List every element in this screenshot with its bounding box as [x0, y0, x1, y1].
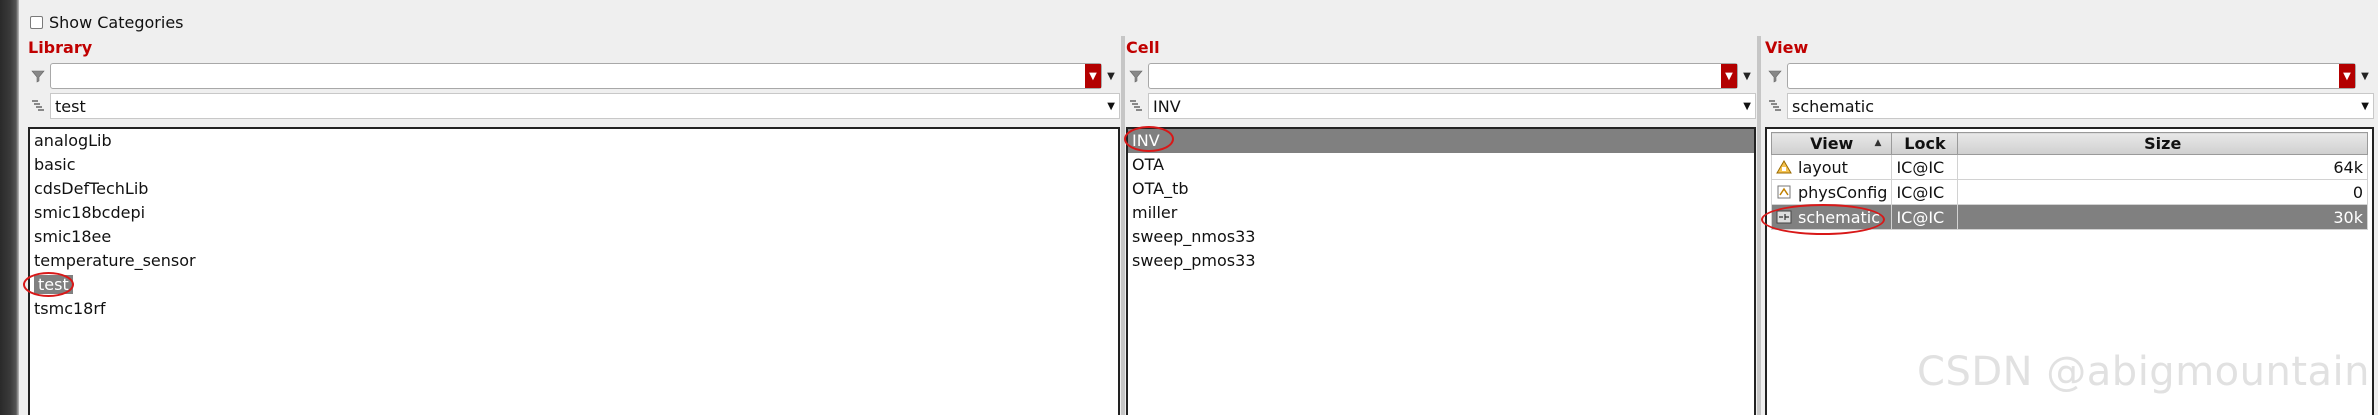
cell-name-value: INV: [1153, 96, 1181, 116]
table-header-row: View ▲ Lock Size: [1770, 132, 2368, 155]
panel-splitter[interactable]: [1757, 36, 1761, 415]
library-filter-row: ▼ ▼: [28, 62, 1120, 90]
view-name: layout: [1798, 157, 1848, 177]
column-header-lock[interactable]: Lock: [1891, 132, 1959, 155]
cell-name-row: INV ▼: [1126, 92, 1756, 120]
view-title: View: [1765, 38, 1809, 57]
list-item[interactable]: temperature_sensor: [30, 249, 1118, 273]
watermark: CSDN @abigmountain: [1917, 349, 2370, 395]
cell-title: Cell: [1126, 38, 1160, 57]
list-item[interactable]: miller: [1128, 201, 1754, 225]
column-header-size[interactable]: Size: [1957, 132, 2368, 155]
list-item[interactable]: sweep_nmos33: [1128, 225, 1754, 249]
cell-name-field[interactable]: INV ▼: [1148, 93, 1756, 119]
table-row[interactable]: layout IC@IC 64k: [1770, 154, 2368, 180]
cell-filter-row: ▼ ▼: [1126, 62, 1756, 90]
view-name: schematic: [1798, 207, 1881, 227]
column-header-view[interactable]: View ▲: [1770, 132, 1893, 155]
window-edge: [0, 0, 19, 415]
view-name-value: schematic: [1792, 96, 1875, 116]
name-field-icon: [1126, 95, 1146, 117]
list-item[interactable]: tsmc18rf: [30, 297, 1118, 321]
view-name-row: schematic ▼: [1765, 92, 2374, 120]
library-name-field[interactable]: test ▼: [50, 93, 1120, 119]
show-categories-label: Show Categories: [49, 12, 184, 32]
filter-menu-button[interactable]: ▼: [2339, 64, 2355, 88]
size-cell: 64k: [1957, 154, 2368, 180]
view-name: physConfig: [1798, 182, 1888, 202]
lock-cell: IC@IC: [1891, 204, 1959, 230]
list-item[interactable]: smic18bcdepi: [30, 201, 1118, 225]
view-filter-row: ▼ ▼: [1765, 62, 2374, 90]
table-row[interactable]: physConfig IC@IC 0: [1770, 179, 2368, 205]
list-item[interactable]: OTA_tb: [1128, 177, 1754, 201]
view-name-field[interactable]: schematic ▼: [1787, 93, 2374, 119]
filter-icon: [28, 65, 48, 87]
list-item-selected[interactable]: test: [30, 273, 1118, 297]
table-row-selected[interactable]: schematic IC@IC 30k: [1770, 204, 2368, 230]
column-header-label: View: [1810, 134, 1854, 153]
chevron-down-icon[interactable]: ▼: [1102, 71, 1120, 82]
lock-cell: IC@IC: [1891, 179, 1959, 205]
sort-ascending-icon: ▲: [1874, 138, 1882, 148]
list-item-selected[interactable]: INV: [1128, 129, 1754, 153]
schematic-view-icon: [1776, 209, 1792, 225]
size-cell: 30k: [1957, 204, 2368, 230]
list-item[interactable]: cdsDefTechLib: [30, 177, 1118, 201]
cell-filter-input[interactable]: ▼: [1148, 63, 1738, 89]
filter-menu-button[interactable]: ▼: [1721, 64, 1737, 88]
library-title: Library: [28, 38, 93, 57]
chevron-down-icon[interactable]: ▼: [2356, 71, 2374, 82]
view-cell: schematic: [1770, 204, 1893, 230]
list-item-label: test: [34, 275, 73, 294]
cell-list[interactable]: INV OTA OTA_tb miller sweep_nmos33 sweep…: [1126, 127, 1756, 415]
show-categories-checkbox[interactable]: [30, 15, 43, 29]
cell-panel: Cell ▼ ▼ INV ▼ INV OTA OTA_tb miller swe…: [1124, 36, 1756, 415]
view-cell: layout: [1770, 154, 1893, 180]
list-item[interactable]: smic18ee: [30, 225, 1118, 249]
lock-cell: IC@IC: [1891, 154, 1959, 180]
panel-splitter[interactable]: [1121, 36, 1125, 415]
library-list[interactable]: analogLib basic cdsDefTechLib smic18bcde…: [28, 127, 1120, 415]
list-item[interactable]: sweep_pmos33: [1128, 249, 1754, 273]
name-field-icon: [1765, 95, 1785, 117]
library-name-value: test: [55, 96, 86, 116]
view-filter-input[interactable]: ▼: [1787, 63, 2356, 89]
show-categories-row[interactable]: Show Categories: [30, 10, 184, 34]
view-cell: physConfig: [1770, 179, 1893, 205]
library-panel: Library ▼ ▼ test ▼ analogLib basic cdsDe…: [23, 36, 1120, 415]
chevron-down-icon[interactable]: ▼: [2361, 101, 2369, 112]
filter-menu-button[interactable]: ▼: [1085, 64, 1101, 88]
filter-icon: [1765, 65, 1785, 87]
library-filter-input[interactable]: ▼: [50, 63, 1102, 89]
chevron-down-icon[interactable]: ▼: [1738, 71, 1756, 82]
library-name-row: test ▼: [28, 92, 1120, 120]
view-grid: View ▲ Lock Size layout IC@IC 64k physCon…: [1770, 132, 2368, 230]
layout-view-icon: [1776, 159, 1792, 175]
chevron-down-icon[interactable]: ▼: [1743, 101, 1751, 112]
list-item[interactable]: analogLib: [30, 129, 1118, 153]
name-field-icon: [28, 95, 48, 117]
chevron-down-icon[interactable]: ▼: [1107, 101, 1115, 112]
filter-icon: [1126, 65, 1146, 87]
size-cell: 0: [1957, 179, 2368, 205]
list-item[interactable]: basic: [30, 153, 1118, 177]
list-item[interactable]: OTA: [1128, 153, 1754, 177]
config-view-icon: [1776, 184, 1792, 200]
